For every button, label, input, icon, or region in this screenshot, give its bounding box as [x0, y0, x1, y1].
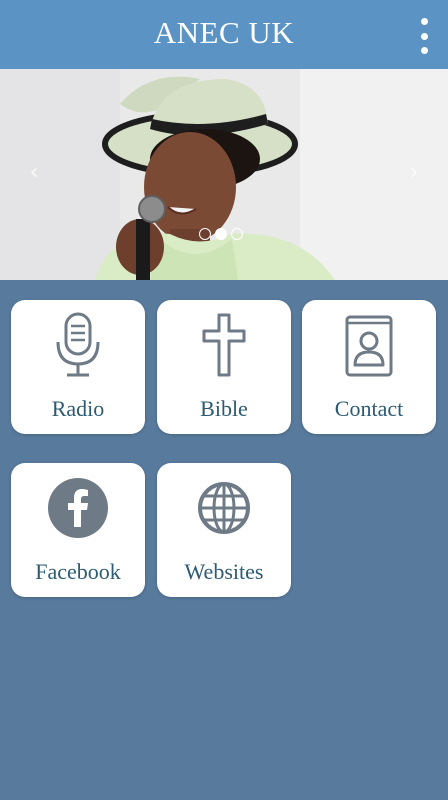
carousel-slide-image	[0, 69, 448, 280]
app-title: ANEC UK	[153, 15, 295, 50]
facebook-tile[interactable]: Facebook	[11, 463, 145, 597]
facebook-icon	[48, 478, 108, 538]
tile-label: Websites	[184, 559, 264, 584]
tile-label: Radio	[51, 396, 105, 421]
tile-label: Contact	[334, 396, 404, 421]
contact-book-icon	[345, 315, 393, 377]
microphone-icon	[56, 312, 100, 377]
app-header: ANEC UK	[0, 0, 448, 69]
tile-label: Bible	[200, 396, 248, 421]
image-carousel[interactable]: ‹ ›	[0, 69, 448, 280]
overflow-menu-icon[interactable]	[414, 18, 434, 54]
carousel-next-icon[interactable]: ›	[402, 161, 426, 185]
carousel-dot[interactable]	[231, 228, 243, 240]
bible-tile[interactable]: Bible	[157, 300, 291, 434]
contact-tile[interactable]: Contact	[302, 300, 436, 434]
carousel-prev-icon[interactable]: ‹	[22, 161, 46, 185]
carousel-dot[interactable]	[199, 228, 211, 240]
radio-tile[interactable]: Radio	[11, 300, 145, 434]
cross-icon	[202, 313, 246, 377]
websites-tile[interactable]: Websites	[157, 463, 291, 597]
tile-label: Facebook	[35, 559, 121, 584]
globe-icon	[198, 482, 250, 534]
carousel-indicators	[199, 228, 243, 240]
carousel-dot-active[interactable]	[215, 228, 227, 240]
